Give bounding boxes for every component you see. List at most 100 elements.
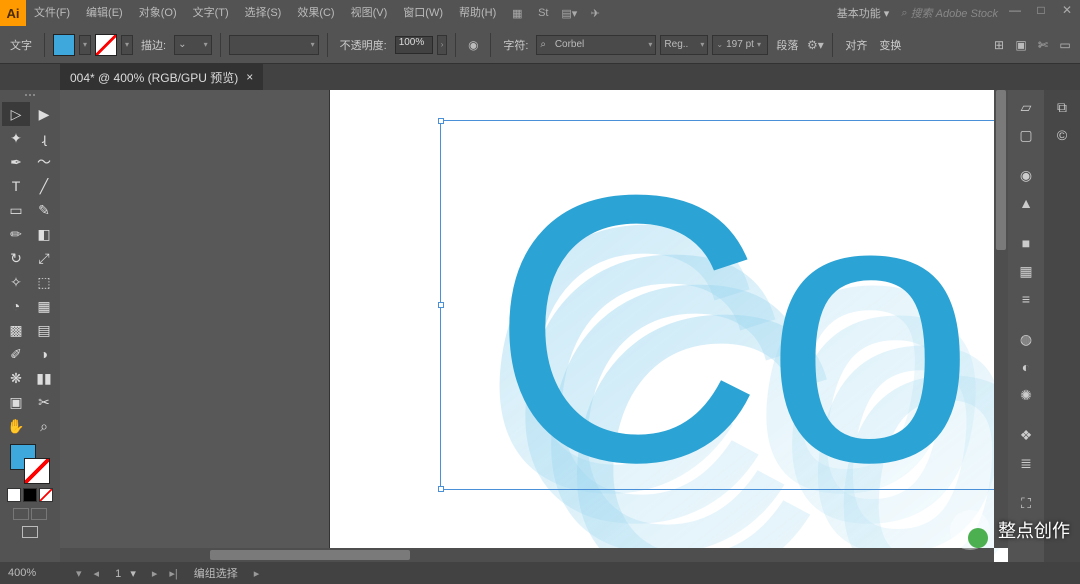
symbols-panel-icon[interactable]: ≡ bbox=[1012, 286, 1040, 312]
gradient-panel-icon[interactable]: ◐ bbox=[1012, 354, 1040, 380]
brushes-panel-icon[interactable]: ▦ bbox=[1012, 258, 1040, 284]
swatches-panel-icon[interactable]: ■ bbox=[1012, 230, 1040, 256]
menu-select[interactable]: 选择(S) bbox=[237, 0, 290, 26]
search-adobe-stock[interactable]: ⌕ 搜索 Adobe Stock bbox=[897, 5, 1002, 21]
hand-tool[interactable]: ✋ bbox=[2, 414, 30, 438]
transparency-panel-icon[interactable]: ✺ bbox=[1012, 382, 1040, 408]
canvas-area[interactable]: Co Co Co Co Co bbox=[60, 90, 1008, 562]
artboard-tool[interactable]: ▣ bbox=[2, 390, 30, 414]
window-maximize[interactable]: □ bbox=[1028, 3, 1054, 23]
document-tab[interactable]: 004* @ 400% (RGB/GPU 预览) × bbox=[60, 64, 263, 90]
stock-icon[interactable]: St bbox=[532, 2, 554, 24]
align-link[interactable]: 对齐 bbox=[841, 37, 871, 53]
stroke-panel-icon[interactable]: ◍ bbox=[1012, 326, 1040, 352]
fill-swatch[interactable] bbox=[53, 34, 75, 56]
graph-tool[interactable]: ▮▮ bbox=[30, 366, 58, 390]
perspective-tool[interactable]: ▦ bbox=[30, 294, 58, 318]
bridge-icon[interactable]: ▦ bbox=[506, 2, 528, 24]
properties-panel-icon[interactable]: ▱ bbox=[1012, 94, 1040, 120]
type-tool[interactable]: T bbox=[2, 174, 30, 198]
artboard-nav-last[interactable]: ▸| bbox=[163, 567, 183, 580]
rectangle-tool[interactable]: ▭ bbox=[2, 198, 30, 222]
paragraph-icon[interactable]: ⚙▾ bbox=[806, 36, 824, 54]
color-mode-row[interactable] bbox=[7, 488, 53, 502]
color-guide-panel-icon[interactable]: ▲ bbox=[1012, 190, 1040, 216]
shape-builder-tool[interactable]: ◔ bbox=[2, 294, 30, 318]
lasso-tool[interactable]: ɻ bbox=[30, 126, 58, 150]
zoom-dropdown[interactable]: ▾ bbox=[70, 567, 88, 580]
line-tool[interactable]: ╱ bbox=[30, 174, 58, 198]
arrange-icon[interactable]: ▤▾ bbox=[558, 2, 580, 24]
options-icon[interactable]: ▭ bbox=[1056, 36, 1074, 54]
gradient-tool[interactable]: ▤ bbox=[30, 318, 58, 342]
fill-dropdown[interactable]: ▾ bbox=[79, 35, 91, 55]
eyedropper-tool[interactable]: ✐ bbox=[2, 342, 30, 366]
gpu-icon[interactable]: ✈ bbox=[584, 2, 606, 24]
menu-view[interactable]: 视图(V) bbox=[343, 0, 396, 26]
draw-mode-row[interactable] bbox=[13, 508, 47, 520]
font-family[interactable]: ⌕ Corbel▾ bbox=[536, 35, 656, 55]
menu-file[interactable]: 文件(F) bbox=[26, 0, 78, 26]
window-close[interactable]: ✕ bbox=[1054, 3, 1080, 23]
graphic-styles-panel-icon[interactable]: ≣ bbox=[1012, 450, 1040, 476]
menu-effect[interactable]: 效果(C) bbox=[289, 0, 342, 26]
blend-tool[interactable]: ◑ bbox=[30, 342, 58, 366]
menu-type[interactable]: 文字(T) bbox=[185, 0, 237, 26]
paintbrush-tool[interactable]: ✎ bbox=[30, 198, 58, 222]
mesh-tool[interactable]: ▩ bbox=[2, 318, 30, 342]
scrollbar-vertical[interactable] bbox=[994, 90, 1008, 548]
eraser-tool[interactable]: ◧ bbox=[30, 222, 58, 246]
artboard-nav-prev[interactable]: ◂ bbox=[88, 567, 106, 580]
selection-bounding-box[interactable] bbox=[440, 120, 1008, 490]
pen-tool[interactable]: ✒ bbox=[2, 150, 30, 174]
artboard-nav[interactable]: 1 ▾ bbox=[105, 567, 146, 580]
screen-mode-row[interactable] bbox=[22, 526, 38, 538]
fill-stroke-indicator[interactable] bbox=[10, 444, 50, 484]
rotate-tool[interactable]: ↻ bbox=[2, 246, 30, 270]
workspace-switcher[interactable]: 基本功能 ▾ bbox=[829, 5, 898, 21]
mask-icon[interactable]: ▣ bbox=[1012, 36, 1030, 54]
isolate-icon[interactable]: ⊞ bbox=[990, 36, 1008, 54]
font-weight[interactable]: Reg..▾ bbox=[660, 35, 708, 55]
direct-selection-tool[interactable]: ▶ bbox=[30, 102, 58, 126]
selection-tool[interactable]: ▷ bbox=[2, 102, 30, 126]
layers-icon[interactable]: ⧉ bbox=[1048, 94, 1076, 120]
scale-tool[interactable]: ⤢ bbox=[30, 246, 58, 270]
menu-help[interactable]: 帮助(H) bbox=[451, 0, 504, 26]
opacity-input[interactable]: 100% bbox=[395, 36, 433, 54]
shaper-tool[interactable]: ✏ bbox=[2, 222, 30, 246]
magic-wand-tool[interactable]: ✦ bbox=[2, 126, 30, 150]
slice-tool[interactable]: ✂ bbox=[30, 390, 58, 414]
scrollbar-horizontal[interactable] bbox=[60, 548, 994, 562]
symbol-sprayer-tool[interactable]: ❋ bbox=[2, 366, 30, 390]
menu-window[interactable]: 窗口(W) bbox=[395, 0, 451, 26]
cc-icon[interactable]: © bbox=[1048, 122, 1076, 148]
crop-icon[interactable]: ✄ bbox=[1034, 36, 1052, 54]
artboard-nav-next[interactable]: ▸ bbox=[146, 567, 164, 580]
status-menu[interactable]: ▸ bbox=[248, 567, 266, 580]
close-tab-icon[interactable]: × bbox=[246, 70, 253, 84]
libraries-panel-icon[interactable]: ▢ bbox=[1012, 122, 1040, 148]
menu-edit[interactable]: 编辑(E) bbox=[78, 0, 131, 26]
menu-object[interactable]: 对象(O) bbox=[131, 0, 185, 26]
wechat-icon bbox=[950, 510, 990, 550]
font-size[interactable]: ⌄197 pt▾ bbox=[712, 35, 768, 55]
stroke-dropdown[interactable]: ▾ bbox=[121, 35, 133, 55]
opacity-dd[interactable]: › bbox=[437, 35, 448, 55]
brush-definition[interactable]: ▾ bbox=[229, 35, 319, 55]
appearance-panel-icon[interactable]: ❖ bbox=[1012, 422, 1040, 448]
document-tab-label: 004* @ 400% (RGB/GPU 预览) bbox=[70, 69, 238, 86]
recolor-icon[interactable]: ◉ bbox=[464, 36, 482, 54]
curvature-tool[interactable]: 〜 bbox=[30, 150, 58, 174]
transform-link[interactable]: 变换 bbox=[875, 37, 905, 53]
window-minimize[interactable]: — bbox=[1002, 3, 1028, 23]
color-panel-icon[interactable]: ◉ bbox=[1012, 162, 1040, 188]
zoom-level[interactable]: 400% bbox=[0, 567, 70, 579]
stroke-weight[interactable]: ⌄ ▾ bbox=[174, 35, 212, 55]
width-tool[interactable]: ✧ bbox=[2, 270, 30, 294]
free-transform-tool[interactable]: ⬚ bbox=[30, 270, 58, 294]
document-tab-bar: 004* @ 400% (RGB/GPU 预览) × bbox=[0, 64, 1080, 90]
paragraph-link[interactable]: 段落 bbox=[772, 37, 802, 53]
stroke-swatch[interactable] bbox=[95, 34, 117, 56]
zoom-tool[interactable]: ⌕ bbox=[30, 414, 58, 438]
